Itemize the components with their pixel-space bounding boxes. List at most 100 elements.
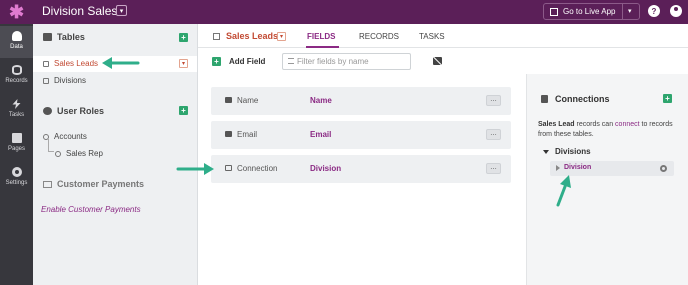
connections-heading: Connections (541, 94, 610, 104)
app-title-dropdown[interactable]: ▾ (116, 5, 127, 16)
connection-group-divisions[interactable]: Divisions (543, 147, 591, 156)
customer-payments-label: Customer Payments (57, 179, 145, 189)
account-icon[interactable] (670, 5, 682, 17)
connections-title: Connections (555, 94, 610, 104)
go-to-live-app-button[interactable]: Go to Live App ▾ (543, 3, 640, 20)
sidebar-item-label: Sales Leads (54, 59, 99, 68)
field-type: Name (310, 96, 332, 105)
gear-icon (11, 167, 22, 177)
main-area: Sales Leads ▾ FIELDS RECORDS TASKS + Add… (198, 24, 688, 285)
table-title-label: Sales Leads (226, 31, 279, 41)
go-to-live-app-label: Go to Live App (563, 7, 616, 16)
table-icon (213, 32, 220, 40)
table-icon (43, 60, 49, 67)
users-icon (43, 107, 52, 115)
add-field-label: Add Field (229, 57, 266, 66)
customer-payments-heading: Customer Payments (43, 179, 144, 189)
hide-fields-icon[interactable] (433, 57, 442, 65)
rail-item-label: Data (10, 44, 23, 50)
annotation-arrow-icon (102, 57, 140, 69)
table-icon (43, 77, 49, 84)
tab-tasks[interactable]: TASKS (419, 32, 445, 41)
rail-item-records[interactable]: Records (0, 60, 33, 92)
connections-desc-text: records can (574, 121, 616, 128)
active-tab-indicator (306, 46, 339, 48)
field-name: Connection (237, 164, 278, 173)
sidebar-item-label: Sales Rep (66, 149, 103, 158)
name-field-icon (225, 97, 232, 103)
database-icon (11, 31, 22, 41)
more-options-button[interactable]: … (486, 163, 501, 174)
more-options-button[interactable]: … (486, 129, 501, 140)
table-title: Sales Leads (213, 31, 278, 41)
field-type: Division (310, 164, 342, 173)
rail-item-label: Tasks (8, 112, 25, 118)
table-title-dropdown[interactable]: ▾ (277, 32, 286, 41)
tree-connector (48, 139, 54, 152)
sidebar-item-divisions[interactable]: Divisions (43, 76, 86, 85)
connection-group-label: Divisions (555, 147, 591, 156)
table-options-dropdown[interactable]: ▾ (179, 59, 188, 68)
sidebar-item-sales-leads[interactable]: Sales Leads (43, 59, 98, 68)
enable-customer-payments-link[interactable]: Enable Customer Payments (41, 205, 141, 214)
tab-fields[interactable]: FIELDS (307, 32, 335, 41)
tab-records[interactable]: RECORDS (359, 32, 399, 41)
filter-placeholder: Filter fields by name (297, 57, 369, 66)
rail-item-data[interactable]: Data (0, 26, 33, 58)
field-row-connection[interactable]: Connection Division … (211, 155, 511, 183)
more-options-button[interactable]: … (486, 95, 501, 106)
annotation-arrow-icon (176, 163, 214, 175)
app-title: Division Sales (42, 4, 118, 18)
records-icon (11, 65, 22, 75)
connections-icon (541, 95, 548, 103)
filter-fields-input[interactable]: Filter fields by name (282, 53, 411, 70)
add-table-button[interactable]: + (179, 33, 188, 42)
add-connection-button[interactable]: + (663, 94, 672, 103)
rail-item-pages[interactable]: Pages (0, 128, 33, 160)
tables-heading: Tables (43, 32, 85, 42)
plus-icon: + (212, 57, 221, 66)
rail-item-label: Pages (7, 146, 25, 152)
connections-desc-table: Sales Lead (538, 121, 575, 128)
app-logo-icon[interactable]: ✱ (0, 0, 33, 24)
caret-down-icon (543, 149, 549, 154)
connection-field-icon (225, 165, 232, 171)
field-name: Name (237, 96, 259, 105)
connections-description: Sales Lead records can connect to record… (538, 120, 683, 140)
pages-icon (11, 133, 22, 143)
sidebar-item-sales-rep[interactable]: Sales Rep (55, 149, 103, 158)
sidebar-item-label: Divisions (54, 76, 87, 85)
email-field-icon (225, 131, 232, 137)
field-row-email[interactable]: Email Email … (211, 121, 511, 149)
rail-item-settings[interactable]: Settings (0, 162, 33, 194)
annotation-arrow-icon (556, 175, 571, 207)
add-role-button[interactable]: + (179, 106, 188, 115)
user-roles-heading-label: User Roles (57, 106, 105, 116)
external-link-icon (550, 7, 558, 16)
tables-heading-label: Tables (57, 32, 85, 42)
filter-icon (288, 58, 294, 64)
table-header: Sales Leads ▾ FIELDS RECORDS TASKS (198, 24, 688, 48)
tables-icon (43, 33, 52, 41)
gear-icon[interactable] (660, 165, 667, 172)
lightning-icon (12, 99, 21, 109)
top-bar: ✱ Division Sales ▾ Go to Live App ▾ ? (0, 0, 688, 24)
sidebar-item-label: Accounts (54, 132, 87, 141)
connect-link[interactable]: connect (615, 121, 640, 128)
chevron-down-icon[interactable]: ▾ (628, 7, 632, 15)
rail-item-label: Records (5, 78, 28, 84)
left-rail: Data Records Tasks Pages Settings (0, 24, 33, 285)
user-icon (55, 150, 61, 157)
caret-right-icon (556, 165, 560, 171)
add-field-button[interactable]: + Add Field (212, 57, 265, 66)
button-divider (622, 4, 623, 19)
help-icon[interactable]: ? (648, 5, 660, 17)
credit-card-icon (43, 180, 52, 188)
rail-item-tasks[interactable]: Tasks (0, 94, 33, 126)
field-name: Email (237, 130, 258, 139)
field-type: Email (310, 130, 332, 139)
rail-item-label: Settings (5, 180, 28, 186)
connection-item-label: Division (564, 164, 592, 171)
field-row-name[interactable]: Name Name … (211, 87, 511, 115)
user-roles-heading: User Roles (43, 106, 104, 116)
